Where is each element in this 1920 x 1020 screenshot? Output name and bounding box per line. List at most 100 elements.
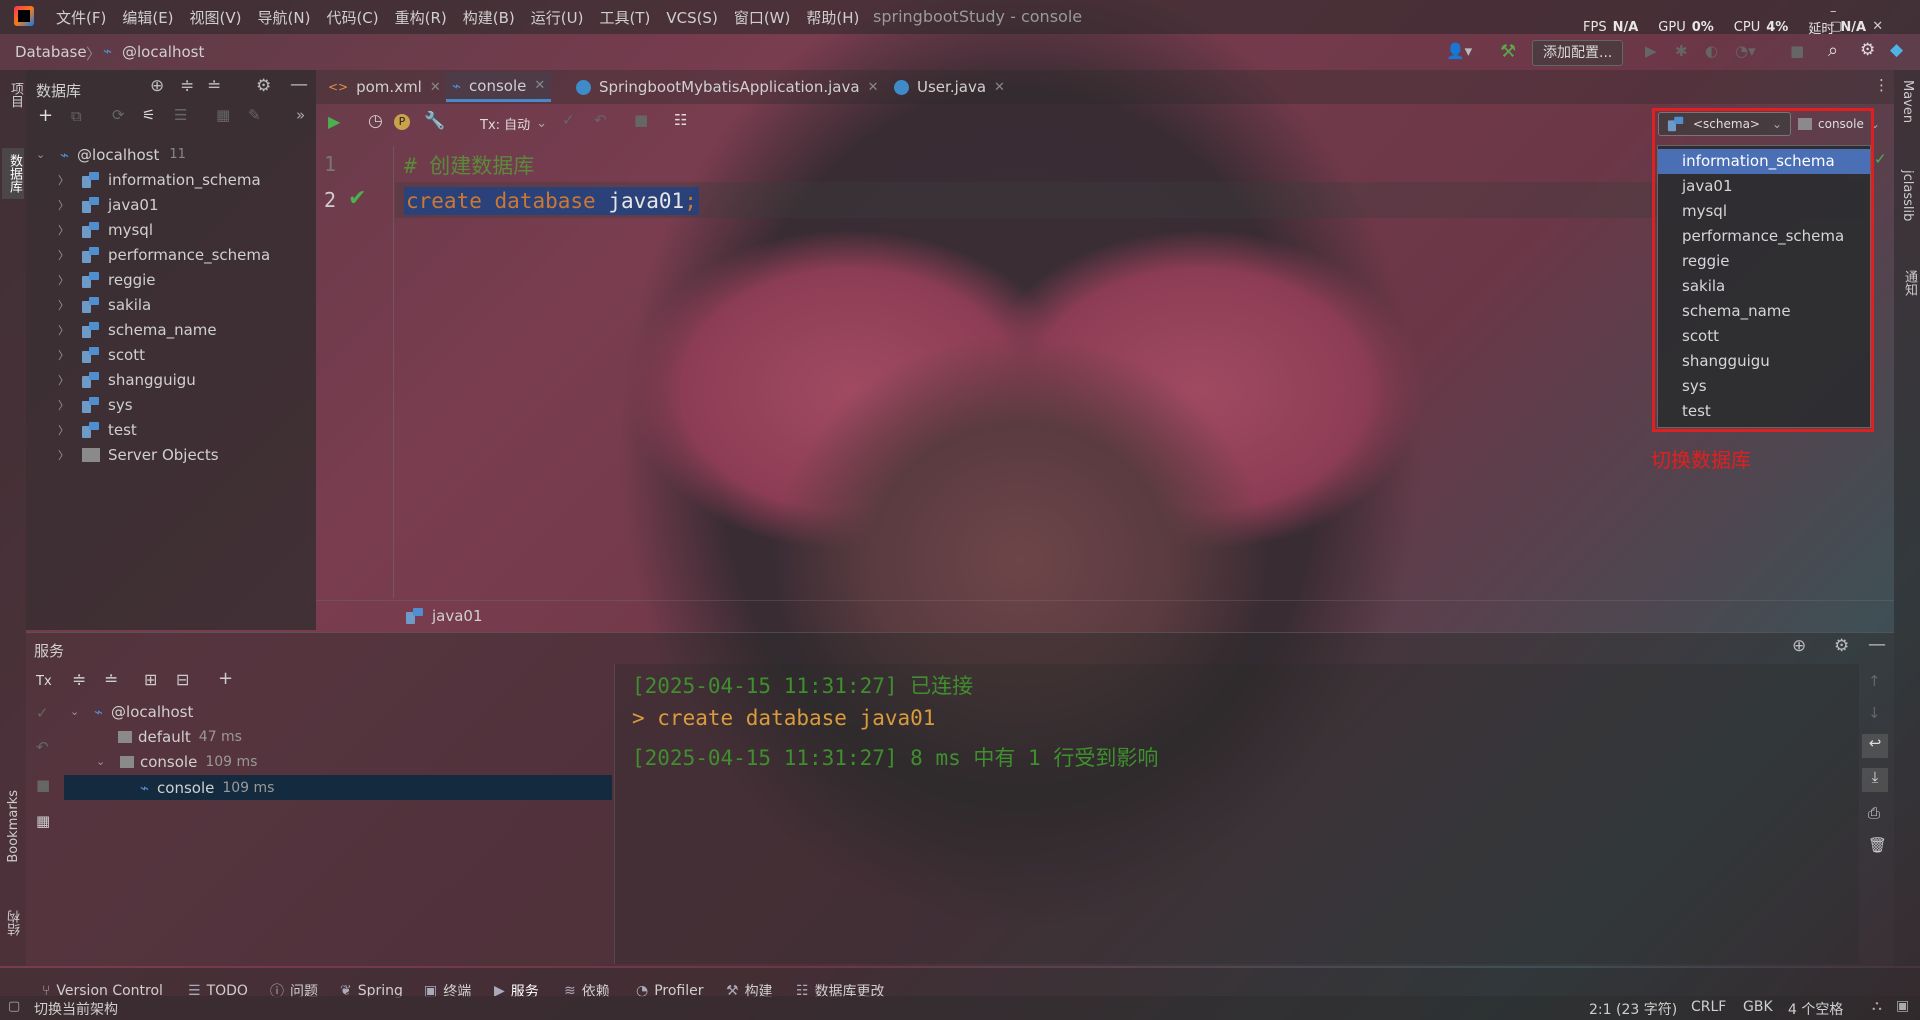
more-icon[interactable]: » (296, 106, 305, 124)
stop-icon[interactable]: ■ (634, 111, 648, 129)
menu-item[interactable]: 帮助(H) (806, 7, 859, 28)
tx-mode-select[interactable]: Tx: 自动 ⌄ (480, 114, 547, 133)
output-line-3[interactable]: [2025-04-15 11:31:27] 8 ms 中有 1 行受到影响 (632, 742, 1158, 772)
history-icon[interactable]: ◷ (368, 111, 383, 131)
menu-item[interactable]: 工具(T) (599, 7, 650, 28)
table-icon[interactable]: ▦ (216, 106, 230, 124)
crosshair-icon[interactable]: ⊕ (150, 76, 164, 96)
breadcrumb-database[interactable]: Database (15, 43, 87, 61)
indent-setting[interactable]: 4 个空格 (1788, 999, 1843, 1019)
tab-user-java[interactable]: User.java ✕ (888, 72, 1011, 102)
menu-item[interactable]: 重构(R) (395, 7, 447, 28)
stop-icon[interactable]: ■ (36, 776, 50, 794)
search-icon[interactable]: ⌕ (1828, 40, 1838, 61)
close-icon[interactable]: ✕ (994, 80, 1005, 95)
tab-pom-xml[interactable]: <> pom.xml ✕ (322, 72, 447, 102)
maven-tool-tab[interactable]: Maven (1900, 80, 1915, 123)
menu-item[interactable]: 导航(N) (258, 7, 311, 28)
scroll-to-end-icon[interactable]: ⤓ (1862, 768, 1888, 792)
rollback-icon[interactable]: ↶ (594, 111, 607, 129)
coverage-icon[interactable]: ◐ (1705, 42, 1718, 60)
ddl-icon[interactable]: ☰ (174, 106, 187, 124)
tab-springboot-app[interactable]: SpringbootMybatisApplication.java ✕ (570, 72, 884, 102)
services-settings-icon[interactable]: ⚙ (1834, 636, 1849, 656)
close-icon[interactable]: ✕ (534, 78, 545, 93)
services-default-session[interactable]: default 47 ms (118, 724, 242, 749)
services-console-child[interactable]: ⌁ console 109 ms (140, 775, 274, 800)
execute-icon[interactable]: ▶ (328, 112, 340, 131)
tree-schema[interactable]: 〉 reggie (58, 267, 156, 292)
code-statement[interactable]: create database java01; (404, 187, 699, 215)
add-icon[interactable]: + (38, 105, 53, 126)
output-line-2[interactable]: > create database java01 (632, 706, 935, 730)
commit-icon[interactable]: ✓ (36, 704, 49, 722)
add-configuration-button[interactable]: 添加配置... (1532, 40, 1624, 66)
close-icon[interactable]: ✕ (868, 80, 879, 95)
panel-hide-icon[interactable]: — (290, 74, 308, 95)
line-separator[interactable]: CRLF (1691, 999, 1726, 1015)
output-table-icon[interactable]: ☷ (674, 111, 687, 129)
stop-icon[interactable]: ■ (1790, 42, 1804, 60)
collapse-all-icon[interactable]: ≐ (207, 76, 221, 96)
memory-icon[interactable]: ▣ (1896, 998, 1909, 1014)
scroll-down-icon[interactable]: ↓ (1868, 704, 1881, 722)
tree-schema[interactable]: 〉 scott (58, 342, 145, 367)
tree-schema[interactable]: 〉 test (58, 417, 137, 442)
status-toggle-icon[interactable]: ▢ (8, 999, 20, 1014)
close-icon[interactable]: ✕ (430, 80, 441, 95)
crosshair-icon[interactable]: ⊕ (1792, 636, 1806, 656)
output-line-1[interactable]: [2025-04-15 11:31:27] 已连接 (632, 670, 973, 700)
caret-position[interactable]: 2:1 (23 字符) (1589, 999, 1677, 1019)
settings-gear-icon[interactable]: ⚙ (1860, 40, 1875, 60)
context-schema[interactable]: java01 (432, 607, 483, 625)
breadcrumb-localhost[interactable]: @localhost (122, 43, 204, 61)
tree-server-objects[interactable]: 〉 Server Objects (58, 442, 219, 467)
layout-icon[interactable]: ▦ (36, 812, 50, 830)
expand-all-icon[interactable]: ≑ (180, 76, 194, 96)
services-host[interactable]: ⌄ ⌁ @localhost (70, 699, 193, 724)
profile-icon[interactable]: ◔▾ (1735, 42, 1756, 60)
commit-icon[interactable]: ✓ (562, 111, 575, 129)
run-icon[interactable]: ▶ (1645, 42, 1657, 60)
notifications-tool-tab[interactable]: 通知 (1900, 270, 1919, 296)
expand-all-icon[interactable]: ≑ (72, 670, 86, 690)
menu-item[interactable]: 构建(B) (463, 7, 515, 28)
menu-item[interactable]: 文件(F) (56, 7, 106, 28)
collapse-all-icon[interactable]: ≐ (104, 670, 118, 690)
tab-console[interactable]: ⌁ console ✕ (446, 72, 552, 102)
wrench-icon[interactable]: 🔧 (424, 111, 445, 131)
bookmarks-tool-tab[interactable]: Bookmarks (6, 790, 21, 863)
services-hide-icon[interactable]: — (1868, 634, 1886, 655)
menu-item[interactable]: VCS(S) (666, 9, 717, 27)
tree-host[interactable]: ⌄ ⌁ @localhost 11 (36, 142, 186, 167)
user-icon[interactable]: 👤▾ (1446, 42, 1472, 60)
menu-item[interactable]: 代码(C) (326, 7, 378, 28)
tree-schema[interactable]: 〉 sakila (58, 292, 151, 317)
jclasslib-tool-tab[interactable]: jclasslib (1900, 170, 1915, 221)
properties-icon[interactable]: ⚟ (142, 106, 155, 124)
rollback-icon[interactable]: ↶ (36, 738, 49, 756)
lock-icon[interactable]: ⛬ (1872, 998, 1882, 1014)
file-encoding[interactable]: GBK (1743, 999, 1773, 1015)
tree-schema[interactable]: 〉 shangguigu (58, 367, 196, 392)
structure-tool-tab[interactable]: 结构 (6, 910, 25, 936)
trash-icon[interactable]: 🗑 (1868, 836, 1887, 854)
group-icon[interactable]: ⊞ (144, 670, 157, 689)
database-tool-tab[interactable]: 数据库 (2, 148, 24, 199)
tree-schema[interactable]: 〉 performance_schema (58, 242, 270, 267)
tab-options-icon[interactable]: ⋮ (1874, 76, 1889, 94)
add-service-icon[interactable]: + (218, 668, 233, 689)
tree-schema[interactable]: 〉 information_schema (58, 167, 261, 192)
tree-schema[interactable]: 〉 mysql (58, 217, 153, 242)
build-hammer-icon[interactable]: ⚒ (1500, 41, 1516, 62)
menu-item[interactable]: 窗口(W) (734, 7, 791, 28)
debug-icon[interactable]: ✱ (1675, 42, 1688, 60)
tree-schema[interactable]: 〉 sys (58, 392, 133, 417)
edit-icon[interactable]: ✎ (248, 106, 261, 124)
code-comment[interactable]: # 创建数据库 (404, 150, 534, 180)
tree-schema[interactable]: 〉 schema_name (58, 317, 217, 342)
print-icon[interactable]: ⎙ (1868, 804, 1880, 822)
menu-item[interactable]: 运行(U) (531, 7, 584, 28)
toolbox-icon[interactable]: ◆ (1890, 40, 1903, 60)
menu-item[interactable]: 视图(V) (190, 7, 242, 28)
